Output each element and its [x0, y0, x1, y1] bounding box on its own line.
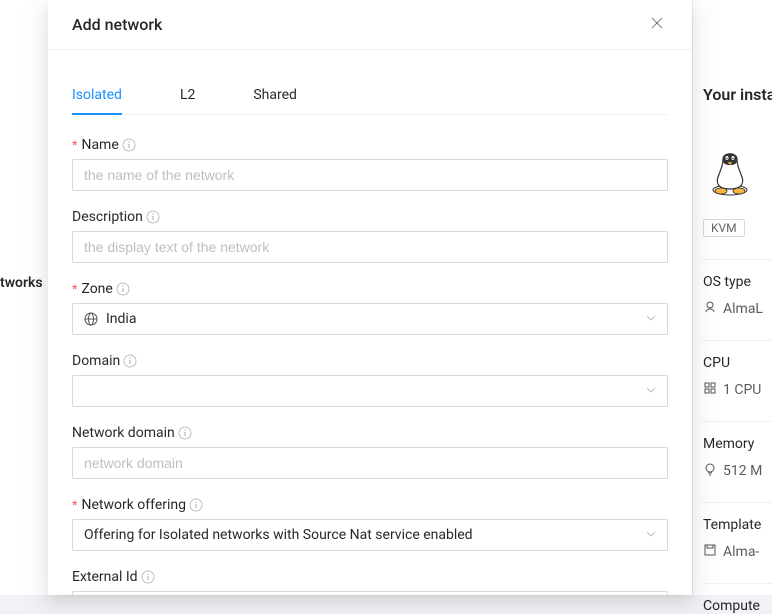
instance-panel-title: Your insta	[703, 85, 772, 104]
domain-label: Domain	[72, 353, 120, 369]
template-value: Alma-	[723, 544, 759, 560]
instance-details-panel: Your insta KVM OS type Alm	[692, 0, 772, 595]
network-offering-select[interactable]: Offering for Isolated networks with Sour…	[72, 519, 668, 551]
network-offering-label: Network offering	[81, 497, 186, 513]
os-type-value: AlmaL	[723, 301, 763, 317]
info-icon[interactable]	[146, 210, 160, 224]
close-icon	[650, 16, 664, 30]
external-id-input[interactable]	[72, 591, 668, 595]
info-icon[interactable]	[122, 138, 136, 152]
network-domain-label: Network domain	[72, 425, 175, 441]
template-label: Template	[703, 517, 772, 533]
info-icon[interactable]	[116, 282, 130, 296]
os-type-label: OS type	[703, 274, 772, 290]
info-icon[interactable]	[189, 498, 203, 512]
hypervisor-badge: KVM	[703, 219, 745, 237]
chevron-down-icon	[646, 381, 656, 402]
linux-icon	[703, 300, 717, 318]
name-label: Name	[81, 137, 118, 153]
zone-value: India	[106, 309, 136, 330]
globe-icon	[84, 312, 98, 326]
memory-value: 512 M	[723, 463, 762, 479]
tab-shared[interactable]: Shared	[253, 77, 297, 115]
info-icon[interactable]	[178, 426, 192, 440]
cpu-value: 1 CPU	[723, 382, 761, 398]
zone-label: Zone	[81, 281, 112, 297]
close-button[interactable]	[646, 12, 668, 37]
bulb-icon	[703, 462, 717, 480]
domain-select[interactable]	[72, 375, 668, 407]
required-asterisk: *	[72, 137, 77, 153]
external-id-label: External Id	[72, 569, 138, 585]
modal-title: Add network	[72, 15, 162, 34]
chevron-down-icon	[646, 525, 656, 546]
tab-l2[interactable]: L2	[180, 77, 195, 115]
network-offering-value: Offering for Isolated networks with Sour…	[84, 525, 473, 546]
add-network-modal: Add network Isolated L2 Shared * Name De	[48, 0, 692, 595]
chevron-down-icon	[646, 309, 656, 330]
zone-select[interactable]: India	[72, 303, 668, 335]
network-type-tabs: Isolated L2 Shared	[72, 76, 668, 115]
required-asterisk: *	[72, 281, 77, 297]
name-input[interactable]	[72, 159, 668, 191]
save-icon	[703, 543, 717, 561]
cpu-icon	[703, 381, 717, 399]
network-domain-input[interactable]	[72, 447, 668, 479]
linux-penguin-icon	[709, 149, 772, 201]
sidebar-nav-networks[interactable]: tworks	[0, 275, 43, 291]
info-icon[interactable]	[141, 570, 155, 584]
description-label: Description	[72, 209, 143, 225]
description-input[interactable]	[72, 231, 668, 263]
memory-label: Memory	[703, 436, 772, 452]
info-icon[interactable]	[123, 354, 137, 368]
tab-isolated[interactable]: Isolated	[72, 77, 122, 115]
compute-label: Compute	[703, 598, 772, 614]
cpu-label: CPU	[703, 355, 772, 371]
required-asterisk: *	[72, 497, 77, 513]
